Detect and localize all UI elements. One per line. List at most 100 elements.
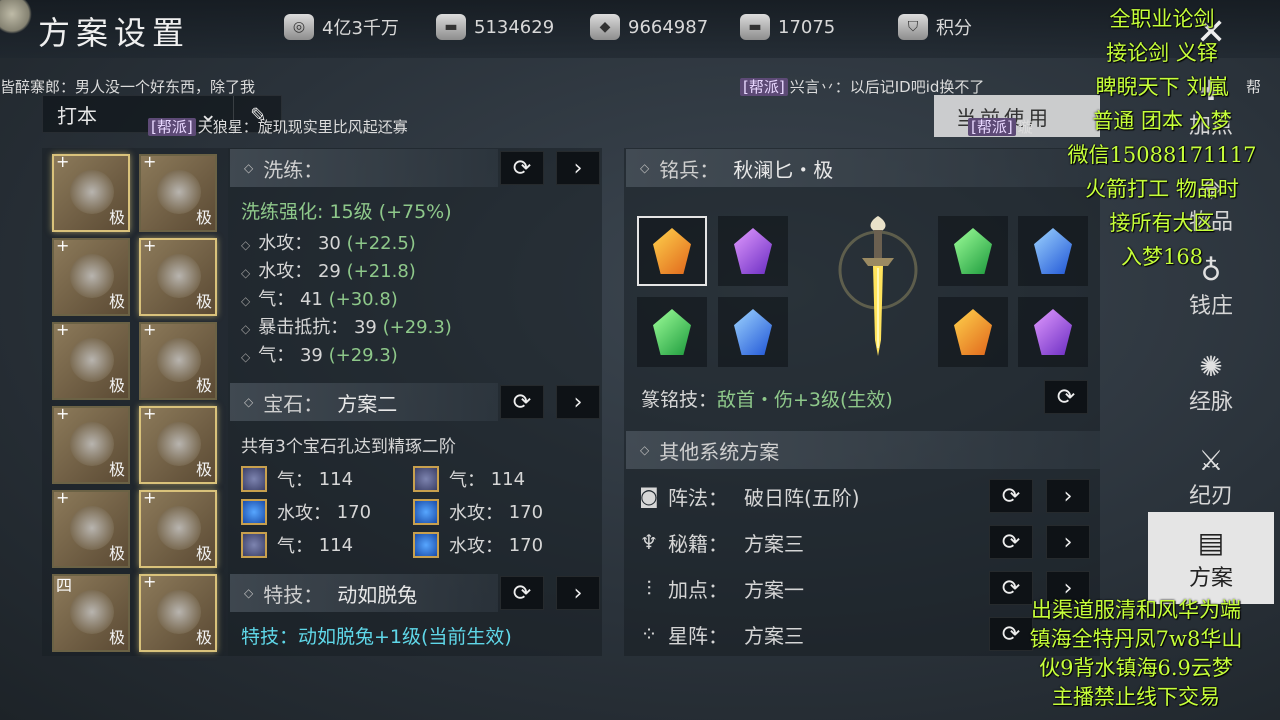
chat-line: [帮派] 璇: [968, 116, 1033, 137]
refine-header: ◇ 洗练：: [230, 149, 498, 187]
other-systems-label: 其他系统方案: [659, 439, 780, 464]
nav-plan[interactable]: ▤ 方案: [1148, 512, 1274, 604]
weapon-dagger-image: [838, 216, 918, 356]
hair-item-icon: [70, 254, 114, 298]
green-gem-icon: [954, 228, 992, 274]
nav-meridian[interactable]: ✺ 经脉: [1148, 336, 1274, 428]
skill-swap-button[interactable]: ⟳: [500, 576, 544, 610]
points-button[interactable]: ⛉ 积分: [898, 14, 972, 40]
formation-icon: ◙: [639, 484, 659, 508]
orange-gem-icon: [653, 228, 691, 274]
equip-slot-legs[interactable]: + 极: [52, 488, 130, 568]
chat-line: 皆醉寨郎：男人没一个好东西，除了我: [0, 78, 256, 96]
weapon-socket[interactable]: [637, 297, 707, 367]
equip-slot-boots[interactable]: 四极: [52, 574, 130, 652]
chat-line: [帮派] 天狼星：旋玑现实里比风起还寡: [148, 116, 408, 137]
manual-next-button[interactable]: ›: [1046, 525, 1090, 559]
blade-record-icon: ⚔: [1198, 443, 1224, 477]
stream-overlay-top: 全职业论剑 接论剑 义铎 睥睨天下 刘嵐 普通 团本 入梦 微信15088171…: [1067, 7, 1257, 269]
points-label: 积分: [936, 18, 972, 39]
purple-gem-icon: [413, 466, 439, 492]
points-value: 方案一: [744, 577, 804, 602]
purple-gem-icon: [241, 532, 267, 558]
weapon-socket[interactable]: [718, 216, 788, 286]
gem-slot: 水攻： 170: [413, 499, 543, 525]
refine-level: 洗练强化: 15级 (+75%): [241, 201, 452, 223]
skill-next-button[interactable]: ›: [556, 576, 600, 610]
refine-stat: ◇ 气： 39 (+29.3): [241, 345, 398, 366]
chat-text: 兴言丷：以后记ID吧id换不了: [789, 78, 985, 96]
bracer-item-icon: [157, 338, 201, 382]
purple-gem-icon: [1034, 309, 1072, 355]
equip-slot-wrist[interactable]: + 极: [139, 320, 217, 400]
currency-jade: ◆ 9664987: [590, 14, 708, 40]
currency-value: 17075: [778, 16, 836, 38]
manual-swap-button[interactable]: ⟳: [989, 525, 1033, 559]
equip-slot-bracelet[interactable]: + 极: [139, 404, 217, 484]
gem-label: 宝石：: [263, 391, 324, 416]
chevron-right-icon: ›: [573, 580, 583, 606]
weapon-socket[interactable]: [637, 216, 707, 286]
currency-value: 9664987: [628, 16, 709, 38]
sliders-icon: ⫶: [646, 576, 652, 600]
skill-detail: 特技：动如脱兔+1级(当前生效): [241, 626, 512, 648]
currency-silver: ▬ 5134629: [436, 14, 554, 40]
swap-icon: ⟳: [1056, 384, 1076, 410]
swap-icon: ⟳: [512, 580, 532, 606]
gem-slot: 水攻： 170: [241, 499, 371, 525]
gem-slot: 气： 114: [241, 466, 353, 492]
chevron-right-icon: ›: [1063, 529, 1073, 555]
boots-item-icon: [70, 590, 114, 634]
equip-slot-offhand[interactable]: + 极: [139, 152, 217, 232]
belt-item-icon: [70, 422, 114, 466]
nav-blade-record[interactable]: ⚔ 纪刃: [1148, 430, 1274, 522]
weapon-socket[interactable]: [938, 216, 1008, 286]
equip-slot-pendant[interactable]: + 极: [139, 572, 217, 652]
shield-points-icon: ⛉: [898, 14, 928, 40]
inscription: 篆铭技：敌首・伤+3级(生效): [641, 389, 893, 411]
chat-text: 天狼星：旋玑现实里比风起还寡: [197, 118, 408, 136]
gem-header: ◇ 宝石： 方案二: [230, 383, 498, 421]
robe-item-icon: [70, 338, 114, 382]
currency-coins: ◎ 4亿3千万: [284, 14, 399, 40]
refine-swap-button[interactable]: ⟳: [500, 151, 544, 185]
equip-slot-head[interactable]: + 极: [52, 236, 130, 316]
weapon-socket[interactable]: [938, 297, 1008, 367]
gem-summary: 共有3个宝石孔达到精琢二阶: [241, 437, 456, 457]
refine-stat: ◇ 水攻： 30 (+22.5): [241, 233, 416, 254]
weapon-socket[interactable]: [1018, 297, 1088, 367]
meridian-icon: ✺: [1199, 349, 1223, 383]
gem-swap-button[interactable]: ⟳: [500, 385, 544, 419]
equip-slot-ring[interactable]: + 极: [139, 488, 217, 568]
other-systems-header: ◇ 其他系统方案: [626, 431, 1100, 469]
refine-label: 洗练：: [263, 157, 324, 182]
gem-next-button[interactable]: ›: [556, 385, 600, 419]
blue-gem-icon: [413, 532, 439, 558]
pendant-item-icon: [157, 590, 201, 634]
guild-tag: [帮派]: [740, 78, 788, 96]
constellation-icon: ⁘: [640, 622, 658, 646]
equip-slot-necklace[interactable]: + 极: [139, 236, 217, 316]
equip-slot-belt[interactable]: + 极: [52, 404, 130, 484]
equip-slot-weapon[interactable]: + 极: [52, 152, 130, 232]
equip-slot-body[interactable]: + 极: [52, 320, 130, 400]
plan-dropdown-value: 打本: [57, 103, 97, 128]
weapon-name: 秋澜匕・极: [733, 157, 834, 182]
blue-gem-icon: [241, 499, 267, 525]
weapon-socket[interactable]: [718, 297, 788, 367]
weapon-header[interactable]: ◇ 铭兵： 秋澜匕・极: [626, 149, 1100, 187]
jade-icon: ◆: [590, 14, 620, 40]
formation-next-button[interactable]: ›: [1046, 479, 1090, 513]
inscription-swap-button[interactable]: ⟳: [1044, 380, 1088, 414]
gold-ingot-icon: ▬: [740, 14, 770, 40]
skill-name: 动如脱兔: [337, 582, 418, 607]
blue-gem-icon: [413, 499, 439, 525]
formation-swap-button[interactable]: ⟳: [989, 479, 1033, 513]
gem-slot: 水攻： 170: [413, 532, 543, 558]
page-title: 方案设置: [38, 14, 191, 52]
refine-next-button[interactable]: ›: [556, 151, 600, 185]
purple-gem-icon: [241, 466, 267, 492]
guild-tag: [帮派]: [148, 118, 196, 136]
chat-text: 璇: [1017, 118, 1033, 136]
orange-gem-icon: [954, 309, 992, 355]
